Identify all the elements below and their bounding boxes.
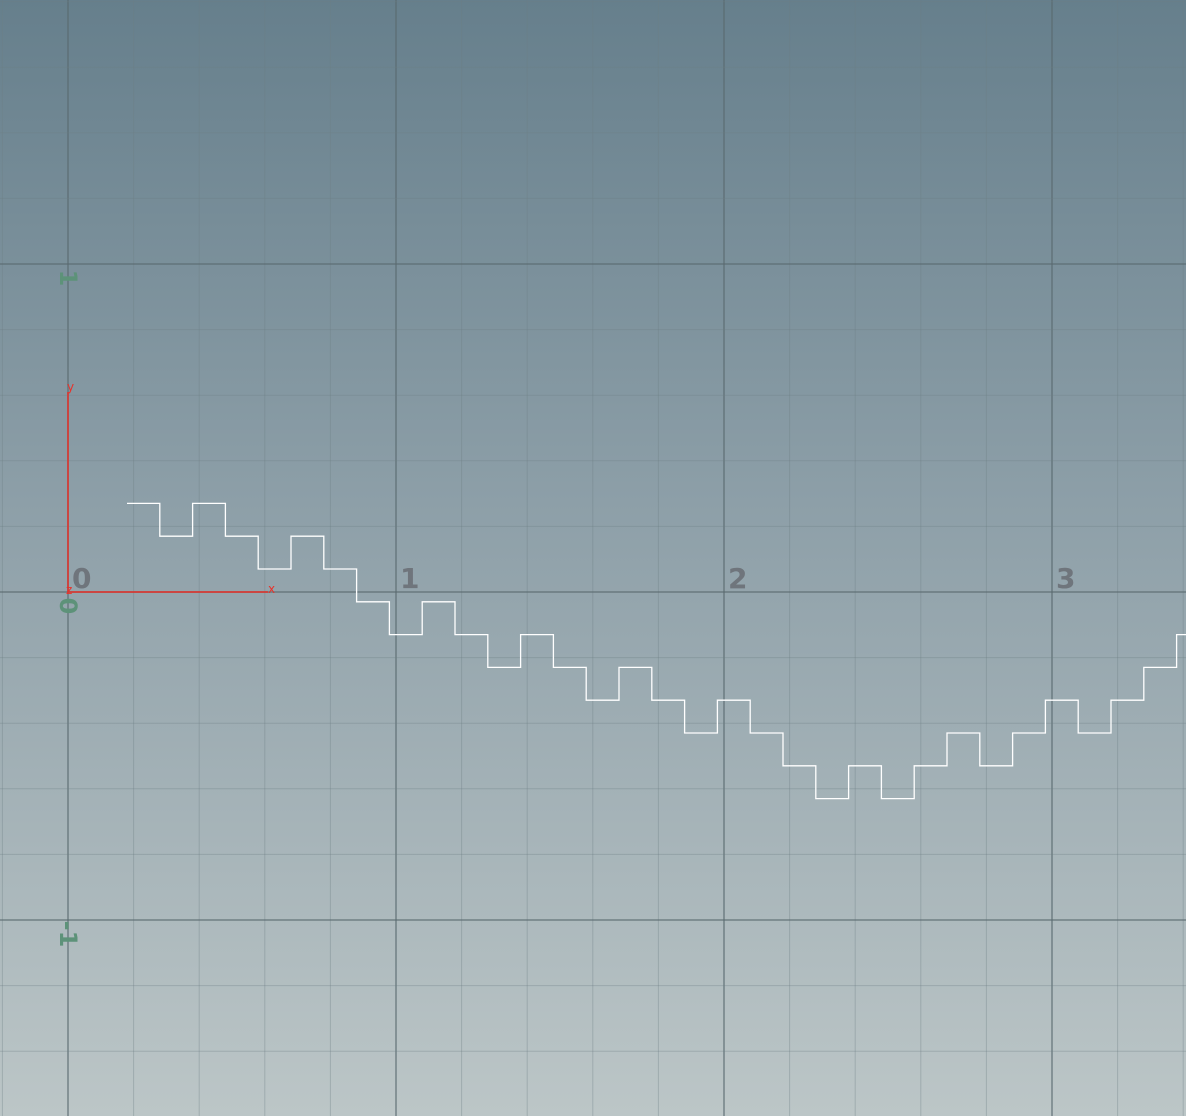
ruler-labels: 0 1 2 3 1 0 -1	[54, 270, 1075, 948]
x-axis-label: x	[268, 582, 275, 596]
ruler-x-label-2: 2	[728, 562, 747, 595]
ruler-x-label-1: 1	[400, 562, 419, 595]
scene-viewport[interactable]: x y z 0 1 2 3 1 0 -1	[0, 0, 1186, 1116]
ruler-y-label-0: 0	[54, 598, 82, 615]
y-axis-label: y	[67, 380, 74, 394]
ruler-x-label-0: 0	[72, 562, 91, 595]
ruler-y-label-1: 1	[54, 270, 82, 287]
curve-path	[127, 502, 1186, 800]
ruler-x-label-3: 3	[1056, 562, 1075, 595]
fractal-curve	[127, 502, 1186, 800]
scene-canvas[interactable]: x y z 0 1 2 3 1 0 -1	[0, 0, 1186, 1116]
ruler-y-label--1: -1	[54, 921, 82, 948]
axis-gizmo: x y z	[66, 380, 275, 597]
grid	[0, 0, 1186, 1116]
